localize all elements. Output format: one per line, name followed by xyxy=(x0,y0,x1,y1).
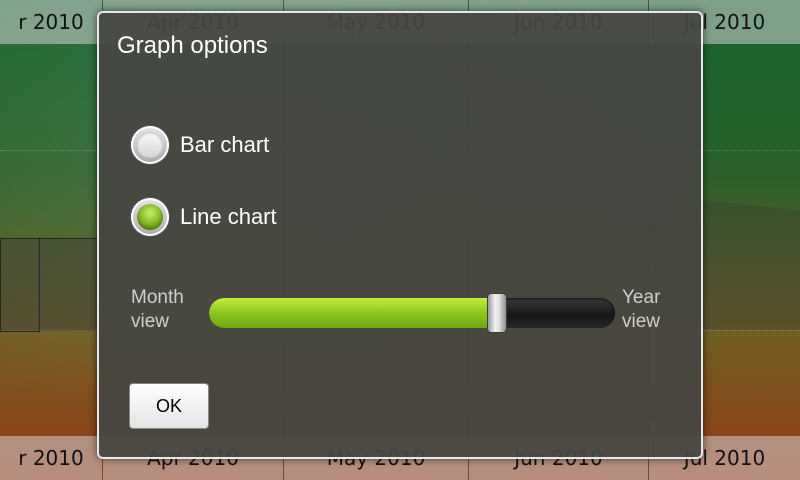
background-series-block xyxy=(700,200,800,330)
month-view-label-line1: Month xyxy=(131,287,184,308)
dialog-title: Graph options xyxy=(117,32,268,59)
background-series-block xyxy=(38,238,100,331)
view-range-slider[interactable] xyxy=(209,298,615,328)
line-chart-label: Line chart xyxy=(180,204,277,229)
month-label: r 2010 xyxy=(0,0,103,44)
bar-chart-label: Bar chart xyxy=(180,132,270,157)
month-label: r 2010 xyxy=(0,436,103,480)
year-view-label-line1: Year xyxy=(622,287,661,308)
slider-thumb[interactable] xyxy=(487,293,508,333)
bar-chart-radio[interactable] xyxy=(131,126,169,164)
line-chart-option[interactable]: Line chart xyxy=(131,198,277,236)
year-view-label: Year view xyxy=(622,286,660,334)
slider-fill xyxy=(209,298,498,328)
year-view-label-line2: view xyxy=(622,311,661,332)
line-chart-radio[interactable] xyxy=(131,198,169,236)
month-view-label: Month view xyxy=(131,286,184,334)
ok-button[interactable]: OK xyxy=(129,383,209,429)
background-series-block xyxy=(0,238,40,332)
bar-chart-option[interactable]: Bar chart xyxy=(131,126,269,164)
month-view-label-line2: view xyxy=(131,311,170,332)
graph-options-dialog: Graph options Bar chart Line chart Month… xyxy=(97,11,703,459)
